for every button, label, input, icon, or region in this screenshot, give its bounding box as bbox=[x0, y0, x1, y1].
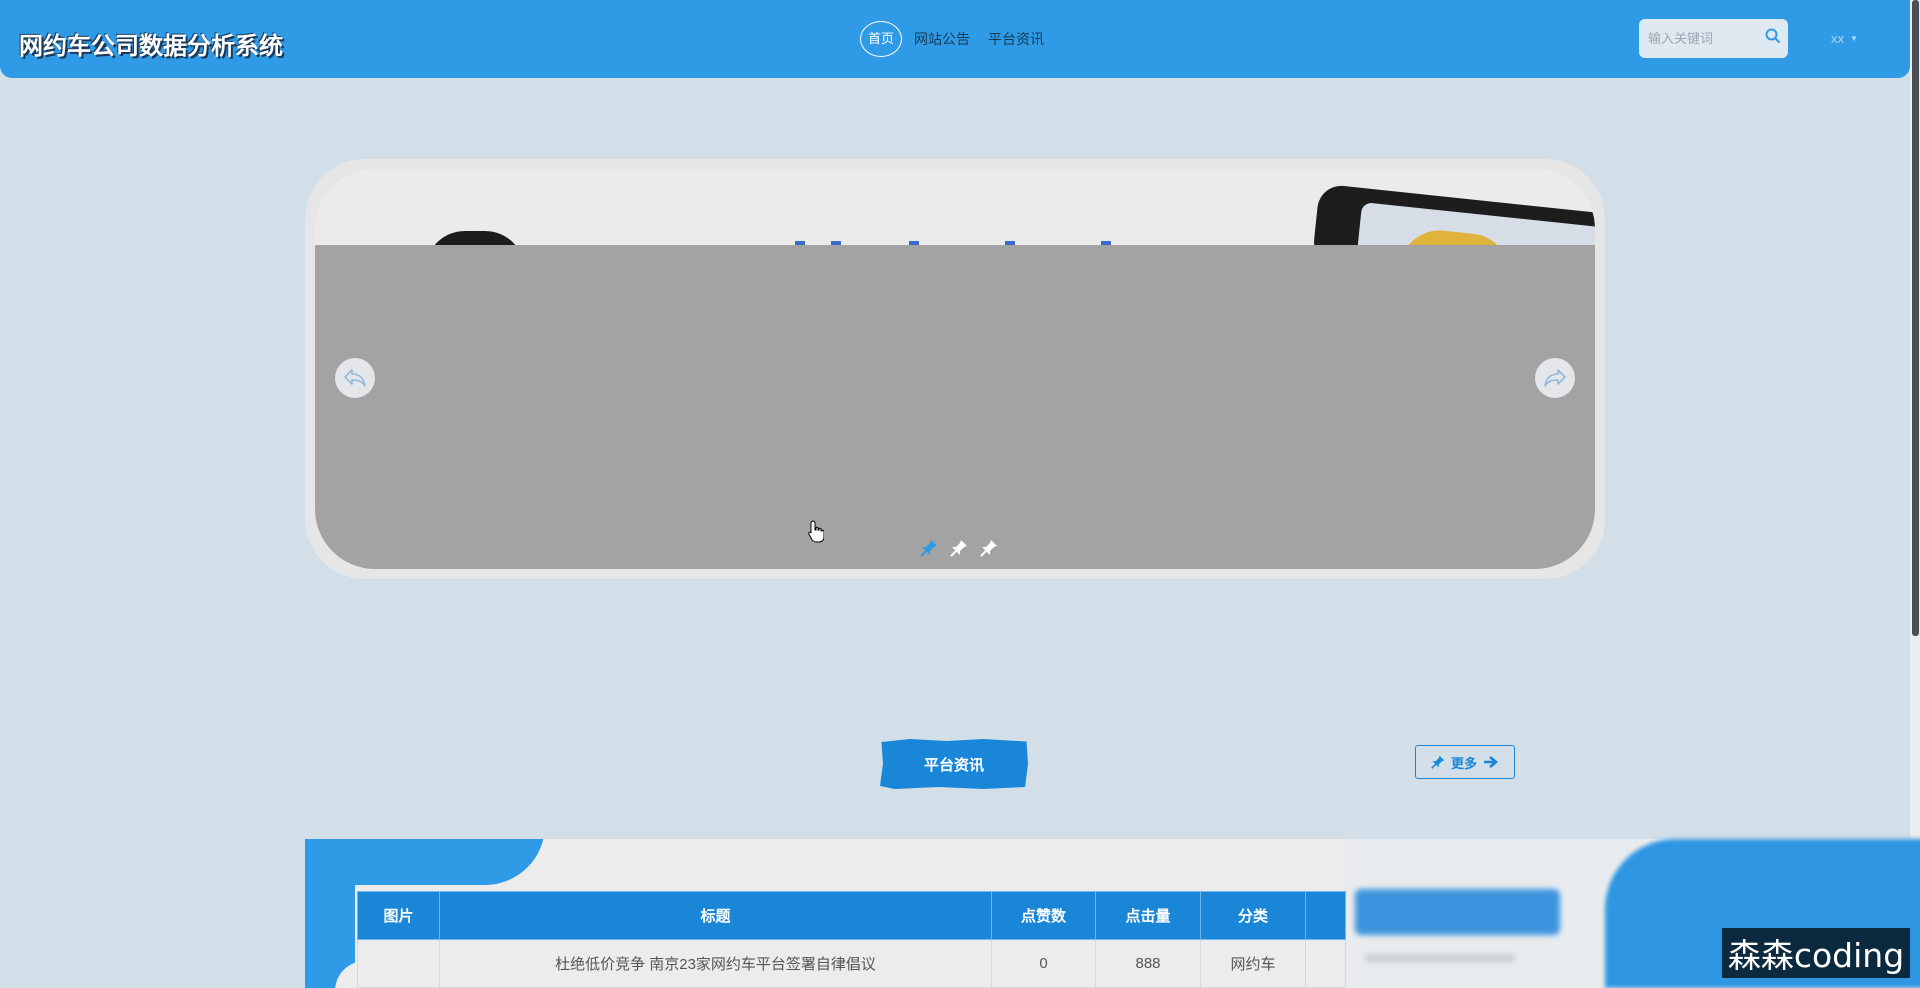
nav-platform-news[interactable]: 平台资讯 bbox=[988, 22, 1044, 56]
nav-announcements[interactable]: 网站公告 bbox=[914, 22, 970, 56]
pin-icon bbox=[1431, 755, 1445, 769]
column-header-likes: 点赞数 bbox=[991, 891, 1096, 940]
nav-home[interactable]: 首页 bbox=[860, 21, 902, 57]
column-header-category: 分类 bbox=[1200, 891, 1306, 940]
cell-title[interactable]: 杜绝低价竞争 南京23家网约车平台签署自律倡议 bbox=[439, 939, 992, 988]
banner-slide bbox=[315, 169, 1595, 569]
reply-arrow-right-icon bbox=[1544, 369, 1566, 387]
carousel-indicators bbox=[920, 539, 1010, 557]
blurred-text bbox=[1365, 954, 1515, 962]
more-news-button[interactable]: 更多 bbox=[1415, 745, 1515, 779]
search-input[interactable] bbox=[1648, 31, 1758, 46]
search-box bbox=[1639, 19, 1788, 58]
column-header-clicks: 点击量 bbox=[1095, 891, 1201, 940]
cell-clicks: 888 bbox=[1095, 939, 1201, 988]
arrow-right-icon bbox=[1484, 756, 1499, 768]
column-header-extra bbox=[1305, 891, 1346, 940]
chevron-down-icon: ▼ bbox=[1850, 34, 1858, 43]
user-name: xx bbox=[1831, 31, 1844, 46]
hand-cursor-icon bbox=[808, 520, 824, 543]
top-header: 网约车公司数据分析系统 首页 网站公告 平台资讯 xx ▼ bbox=[0, 0, 1910, 78]
news-table: 图片 标题 点赞数 点击量 分类 杜绝低价竞争 南京23家网约车平台签署自律倡议… bbox=[357, 891, 1346, 988]
blurred-button bbox=[1355, 889, 1560, 935]
site-title: 网约车公司数据分析系统 bbox=[19, 33, 283, 60]
scrollbar-thumb[interactable] bbox=[1912, 0, 1919, 636]
cell-image bbox=[357, 939, 440, 988]
banner-overlay bbox=[315, 245, 1595, 569]
main-nav: 首页 网站公告 平台资讯 bbox=[860, 21, 1062, 57]
banner-carousel bbox=[305, 159, 1605, 579]
cell-category: 网约车 bbox=[1200, 939, 1306, 988]
user-menu[interactable]: xx ▼ bbox=[1831, 31, 1858, 46]
carousel-prev-button[interactable] bbox=[335, 358, 375, 398]
table-row[interactable]: 杜绝低价竞争 南京23家网约车平台签署自律倡议 0 888 网约车 bbox=[357, 939, 1346, 988]
carousel-dot-3-pin-icon[interactable] bbox=[980, 539, 998, 557]
cell-extra bbox=[1305, 939, 1346, 988]
column-header-title: 标题 bbox=[439, 891, 992, 940]
table-header-row: 图片 标题 点赞数 点击量 分类 bbox=[357, 891, 1346, 940]
reply-arrow-left-icon bbox=[344, 369, 366, 387]
watermark: 森森coding bbox=[1722, 928, 1910, 978]
column-header-image: 图片 bbox=[357, 891, 440, 940]
carousel-dot-2-pin-icon[interactable] bbox=[950, 539, 968, 557]
cell-likes: 0 bbox=[991, 939, 1096, 988]
more-button-label: 更多 bbox=[1450, 755, 1477, 771]
search-icon[interactable] bbox=[1758, 27, 1782, 50]
section-title-platform-news: 平台资讯 bbox=[880, 739, 1028, 789]
carousel-dot-1-pin-icon[interactable] bbox=[920, 539, 938, 557]
carousel-next-button[interactable] bbox=[1535, 358, 1575, 398]
